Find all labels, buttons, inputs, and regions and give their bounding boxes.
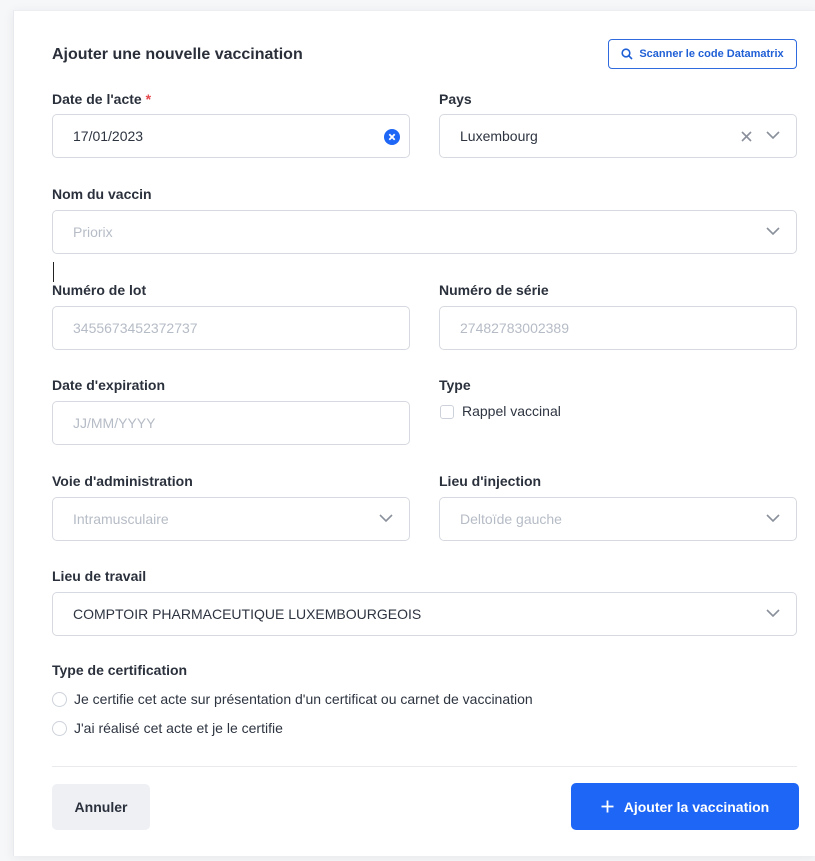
chevron-down-icon[interactable] [379, 513, 393, 523]
vaccination-form-card: Ajouter une nouvelle vaccination Scanner… [13, 10, 815, 856]
chevron-down-icon[interactable] [766, 513, 780, 523]
cancel-button-label: Annuler [74, 799, 128, 815]
plus-icon [601, 800, 614, 813]
add-vaccination-button[interactable]: Ajouter la vaccination [571, 783, 799, 830]
rappel-vaccinal-checkbox[interactable] [440, 405, 454, 419]
voie-administration-select[interactable]: Intramusculaire [52, 497, 410, 541]
voie-administration-placeholder: Intramusculaire [73, 511, 169, 527]
footer-divider [52, 766, 797, 767]
numero-lot-input[interactable]: 3455673452372737 [52, 306, 410, 350]
pays-value: Luxembourg [460, 128, 538, 144]
search-icon [621, 48, 633, 60]
numero-serie-placeholder: 27482783002389 [460, 320, 570, 336]
clear-circle-icon[interactable] [384, 129, 400, 145]
required-mark: * [145, 91, 152, 107]
numero-lot-label: Numéro de lot [52, 282, 147, 298]
lieu-injection-placeholder: Deltoïde gauche [460, 511, 562, 527]
lieu-travail-select[interactable]: COMPTOIR PHARMACEUTIQUE LUXEMBOURGEOIS [52, 592, 797, 636]
date-acte-input[interactable]: 17/01/2023 [52, 114, 410, 158]
date-expiration-label: Date d'expiration [52, 377, 166, 393]
date-expiration-input[interactable]: JJ/MM/YYYY [52, 401, 410, 445]
form-title: Ajouter une nouvelle vaccination [52, 46, 303, 63]
type-label: Type [439, 377, 471, 393]
lieu-travail-label: Lieu de travail [52, 568, 147, 584]
nom-vaccin-select[interactable]: Priorix [52, 210, 797, 254]
lieu-travail-value: COMPTOIR PHARMACEUTIQUE LUXEMBOURGEOIS [73, 606, 422, 622]
chevron-down-icon[interactable] [766, 226, 780, 236]
clear-icon[interactable] [741, 131, 752, 142]
scan-datamatrix-button[interactable]: Scanner le code Datamatrix [608, 39, 797, 69]
add-vaccination-label: Ajouter la vaccination [623, 798, 770, 815]
nom-vaccin-placeholder: Priorix [73, 224, 113, 240]
pays-label: Pays [439, 91, 472, 107]
rappel-vaccinal-label[interactable]: Rappel vaccinal [462, 403, 561, 419]
certification-option-realise[interactable]: J'ai réalisé cet acte et je le certifie [74, 720, 283, 736]
date-expiration-placeholder: JJ/MM/YYYY [73, 415, 156, 431]
lieu-injection-label: Lieu d'injection [439, 473, 542, 489]
date-acte-value: 17/01/2023 [73, 128, 144, 144]
certification-option-presentation[interactable]: Je certifie cet acte sur présentation d'… [74, 691, 533, 707]
chevron-down-icon[interactable] [766, 130, 780, 140]
certification-radio-realise[interactable] [52, 721, 67, 736]
text-cursor [53, 262, 54, 282]
cancel-button[interactable]: Annuler [52, 784, 150, 830]
pays-select[interactable]: Luxembourg [439, 114, 797, 158]
voie-administration-label: Voie d'administration [52, 473, 193, 489]
nom-vaccin-label: Nom du vaccin [52, 186, 152, 202]
scan-datamatrix-label: Scanner le code Datamatrix [639, 48, 784, 60]
lieu-injection-select[interactable]: Deltoïde gauche [439, 497, 797, 541]
certification-radio-presentation[interactable] [52, 692, 67, 707]
chevron-down-icon[interactable] [766, 608, 780, 618]
certification-label: Type de certification [52, 662, 188, 678]
numero-lot-placeholder: 3455673452372737 [73, 320, 198, 336]
numero-serie-label: Numéro de série [439, 282, 549, 298]
date-acte-label-text: Date de l'acte [52, 91, 142, 107]
date-acte-label: Date de l'acte * [52, 91, 151, 107]
numero-serie-input[interactable]: 27482783002389 [439, 306, 797, 350]
